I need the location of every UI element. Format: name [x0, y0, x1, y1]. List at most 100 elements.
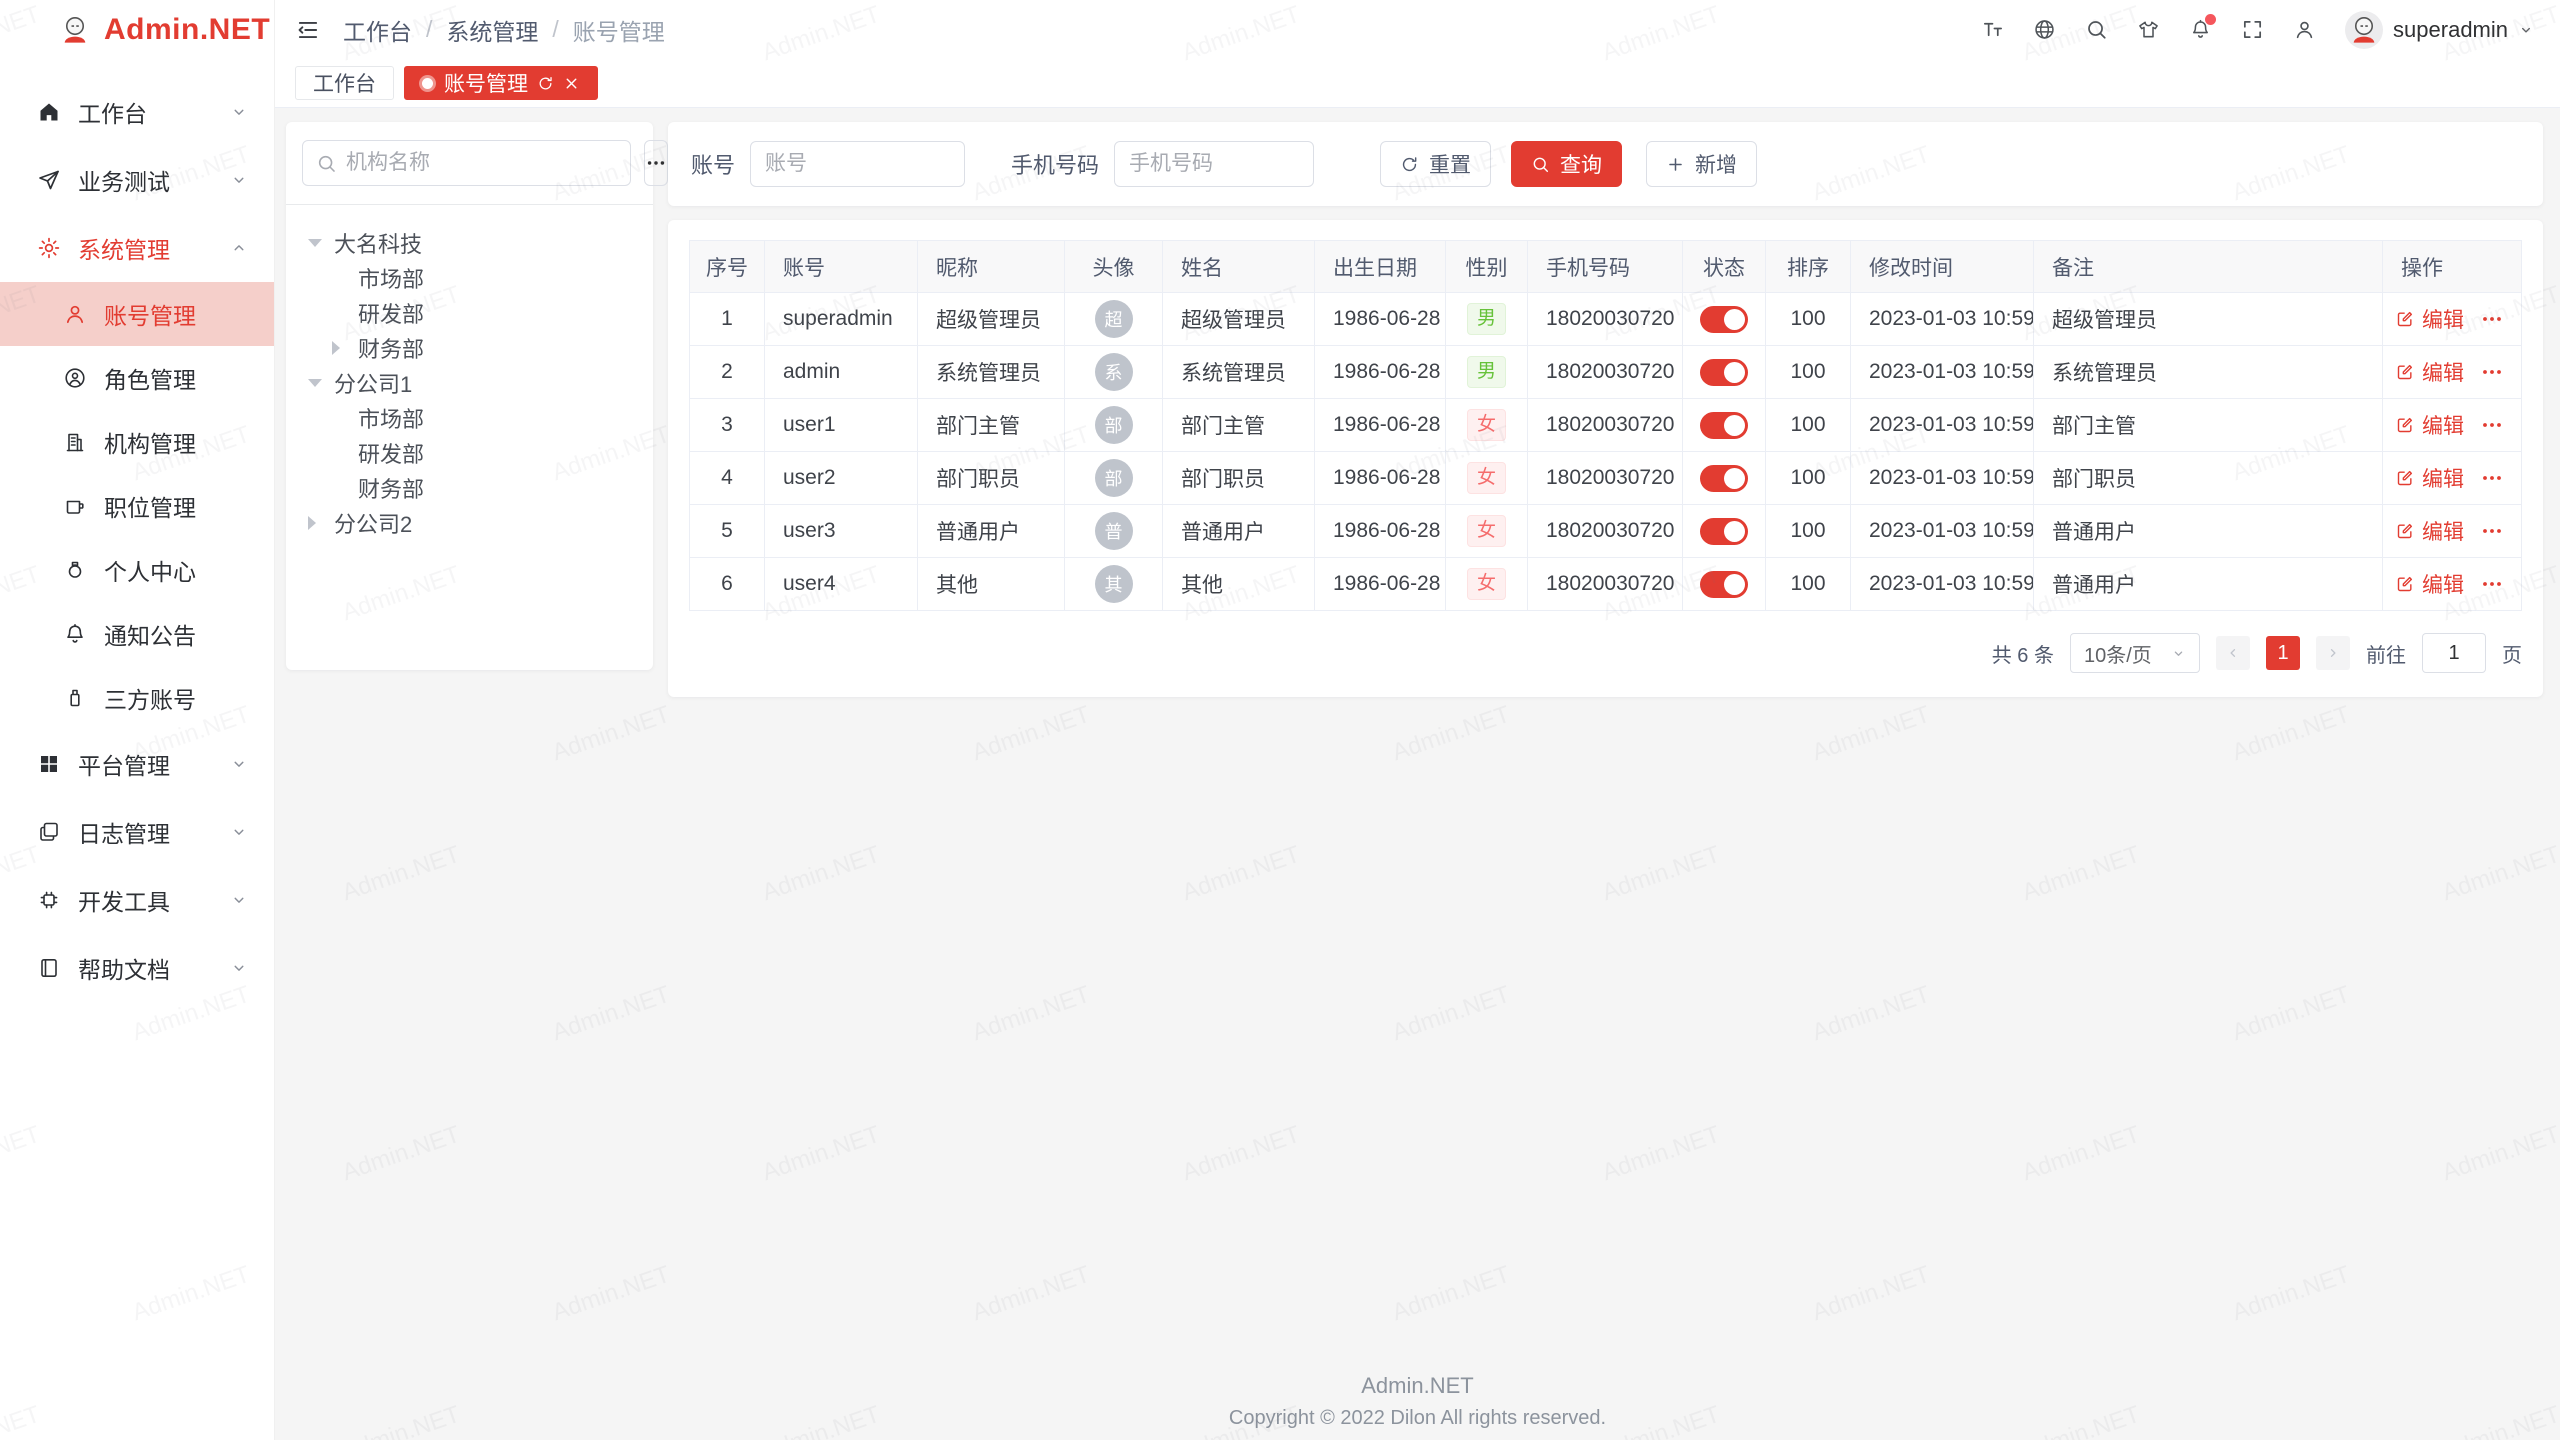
font-size-icon[interactable]	[1981, 18, 2004, 41]
edit-button[interactable]: 编辑	[2395, 569, 2464, 599]
sidebar-collapse-icon[interactable]	[295, 17, 321, 43]
status-toggle[interactable]	[1700, 571, 1748, 598]
row-more-button[interactable]	[2480, 572, 2504, 596]
caret-down-icon[interactable]	[308, 239, 334, 247]
home-icon	[37, 100, 61, 124]
edit-button[interactable]: 编辑	[2395, 304, 2464, 334]
tab-workbench[interactable]: 工作台	[295, 66, 394, 100]
caret-down-icon[interactable]	[308, 379, 334, 387]
chevron-down-icon	[230, 755, 248, 773]
language-icon[interactable]	[2033, 18, 2056, 41]
user-menu[interactable]: superadmin	[2345, 11, 2534, 49]
user-outline-icon[interactable]	[2293, 18, 2316, 41]
tab-account-mgmt[interactable]: 账号管理	[404, 66, 598, 100]
sex-badge: 男	[1467, 303, 1506, 336]
tree-node[interactable]: 市场部	[296, 260, 643, 295]
row-more-button[interactable]	[2480, 466, 2504, 490]
sex-badge: 女	[1467, 515, 1506, 548]
edit-button[interactable]: 编辑	[2395, 357, 2464, 387]
caret-right-icon[interactable]	[308, 516, 334, 530]
sidebar-item-dev-tools[interactable]: 开发工具	[0, 866, 274, 934]
accounts-table: 序号 账号 昵称 头像 姓名 出生日期 性别 手机号码 状态 排序	[689, 240, 2522, 611]
next-page-button[interactable]	[2316, 636, 2350, 670]
status-toggle[interactable]	[1700, 306, 1748, 333]
table-row: 3 user1 部门主管 部 部门主管 1986-06-28 女 1802003…	[690, 399, 2522, 452]
tree-node[interactable]: 财务部	[296, 470, 643, 505]
sidebar-item-help-docs[interactable]: 帮助文档	[0, 934, 274, 1002]
chevron-down-icon	[230, 891, 248, 909]
row-more-button[interactable]	[2480, 360, 2504, 384]
cpu-icon	[37, 888, 61, 912]
breadcrumb-item[interactable]: 系统管理	[446, 13, 538, 47]
notifications-button[interactable]	[2189, 18, 2212, 41]
row-more-button[interactable]	[2480, 519, 2504, 543]
edit-button[interactable]: 编辑	[2395, 516, 2464, 546]
sidebar-item-org-mgmt[interactable]: 机构管理	[0, 410, 274, 474]
tree-node[interactable]: 大名科技	[296, 225, 643, 260]
footer-copyright: Copyright © 2022 Dilon All rights reserv…	[275, 1407, 2560, 1430]
close-icon[interactable]	[563, 75, 580, 92]
tree-node-label: 分公司2	[334, 507, 412, 539]
search-icon	[1531, 155, 1550, 174]
sidebar-item-log-mgmt[interactable]: 日志管理	[0, 798, 274, 866]
breadcrumb: 工作台 / 系统管理 / 账号管理	[343, 13, 665, 47]
sidebar-item-label: 三方账号	[104, 681, 248, 715]
add-button[interactable]: 新增	[1646, 141, 1757, 187]
sidebar-item-business-test[interactable]: 业务测试	[0, 146, 274, 214]
sidebar-item-position-mgmt[interactable]: 职位管理	[0, 474, 274, 538]
sex-badge: 女	[1467, 462, 1506, 495]
theme-icon[interactable]	[2137, 18, 2160, 41]
search-icon[interactable]	[2085, 18, 2108, 41]
row-more-button[interactable]	[2480, 413, 2504, 437]
badge-icon	[63, 558, 87, 582]
status-toggle[interactable]	[1700, 359, 1748, 386]
sidebar-item-system-mgmt[interactable]: 系统管理	[0, 214, 274, 282]
col-name: 姓名	[1163, 241, 1315, 293]
logo[interactable]: Admin.NET	[0, 0, 274, 60]
edit-button[interactable]: 编辑	[2395, 410, 2464, 440]
sidebar-item-notice[interactable]: 通知公告	[0, 602, 274, 666]
notification-badge	[2205, 14, 2216, 25]
sidebar-item-workbench[interactable]: 工作台	[0, 78, 274, 146]
page-size-select[interactable]: 10条/页	[2070, 633, 2200, 673]
reset-button[interactable]: 重置	[1380, 141, 1491, 187]
org-search-box	[302, 140, 631, 186]
tab-label: 工作台	[313, 68, 376, 98]
breadcrumb-item[interactable]: 工作台	[343, 13, 412, 47]
sidebar-item-platform-mgmt[interactable]: 平台管理	[0, 730, 274, 798]
avatar	[2345, 11, 2383, 49]
tree-node[interactable]: 分公司1	[296, 365, 643, 400]
edit-button[interactable]: 编辑	[2395, 463, 2464, 493]
plus-icon	[1666, 155, 1685, 174]
status-toggle[interactable]	[1700, 465, 1748, 492]
tree-more-button[interactable]	[644, 140, 668, 186]
refresh-icon[interactable]	[537, 75, 554, 92]
page-number-current[interactable]: 1	[2266, 636, 2300, 670]
tree-node[interactable]: 研发部	[296, 295, 643, 330]
status-toggle[interactable]	[1700, 518, 1748, 545]
org-search-input[interactable]	[346, 151, 617, 175]
tree-node-label: 分公司1	[334, 367, 412, 399]
avatar: 部	[1095, 459, 1133, 497]
pagination: 共 6 条 10条/页 1 前往 页	[689, 633, 2522, 673]
tree-node[interactable]: 研发部	[296, 435, 643, 470]
phone-input[interactable]	[1114, 141, 1314, 187]
system-mgmt-submenu: 账号管理 角色管理 机构管理 职位管理 个人中心	[0, 282, 274, 730]
search-button[interactable]: 查询	[1511, 141, 1622, 187]
tree-node[interactable]: 财务部	[296, 330, 643, 365]
goto-page-input[interactable]	[2422, 633, 2486, 673]
fullscreen-icon[interactable]	[2241, 18, 2264, 41]
sidebar-item-profile-center[interactable]: 个人中心	[0, 538, 274, 602]
tree-node[interactable]: 分公司2	[296, 505, 643, 540]
sidebar-item-third-party[interactable]: 三方账号	[0, 666, 274, 730]
account-input[interactable]	[750, 141, 965, 187]
row-more-button[interactable]	[2480, 307, 2504, 331]
status-toggle[interactable]	[1700, 412, 1748, 439]
sidebar-item-account-mgmt[interactable]: 账号管理	[0, 282, 274, 346]
sidebar-item-role-mgmt[interactable]: 角色管理	[0, 346, 274, 410]
caret-right-icon[interactable]	[332, 341, 358, 355]
tree-node[interactable]: 市场部	[296, 400, 643, 435]
sex-badge: 男	[1467, 356, 1506, 389]
goto-label: 前往	[2366, 639, 2406, 668]
prev-page-button[interactable]	[2216, 636, 2250, 670]
